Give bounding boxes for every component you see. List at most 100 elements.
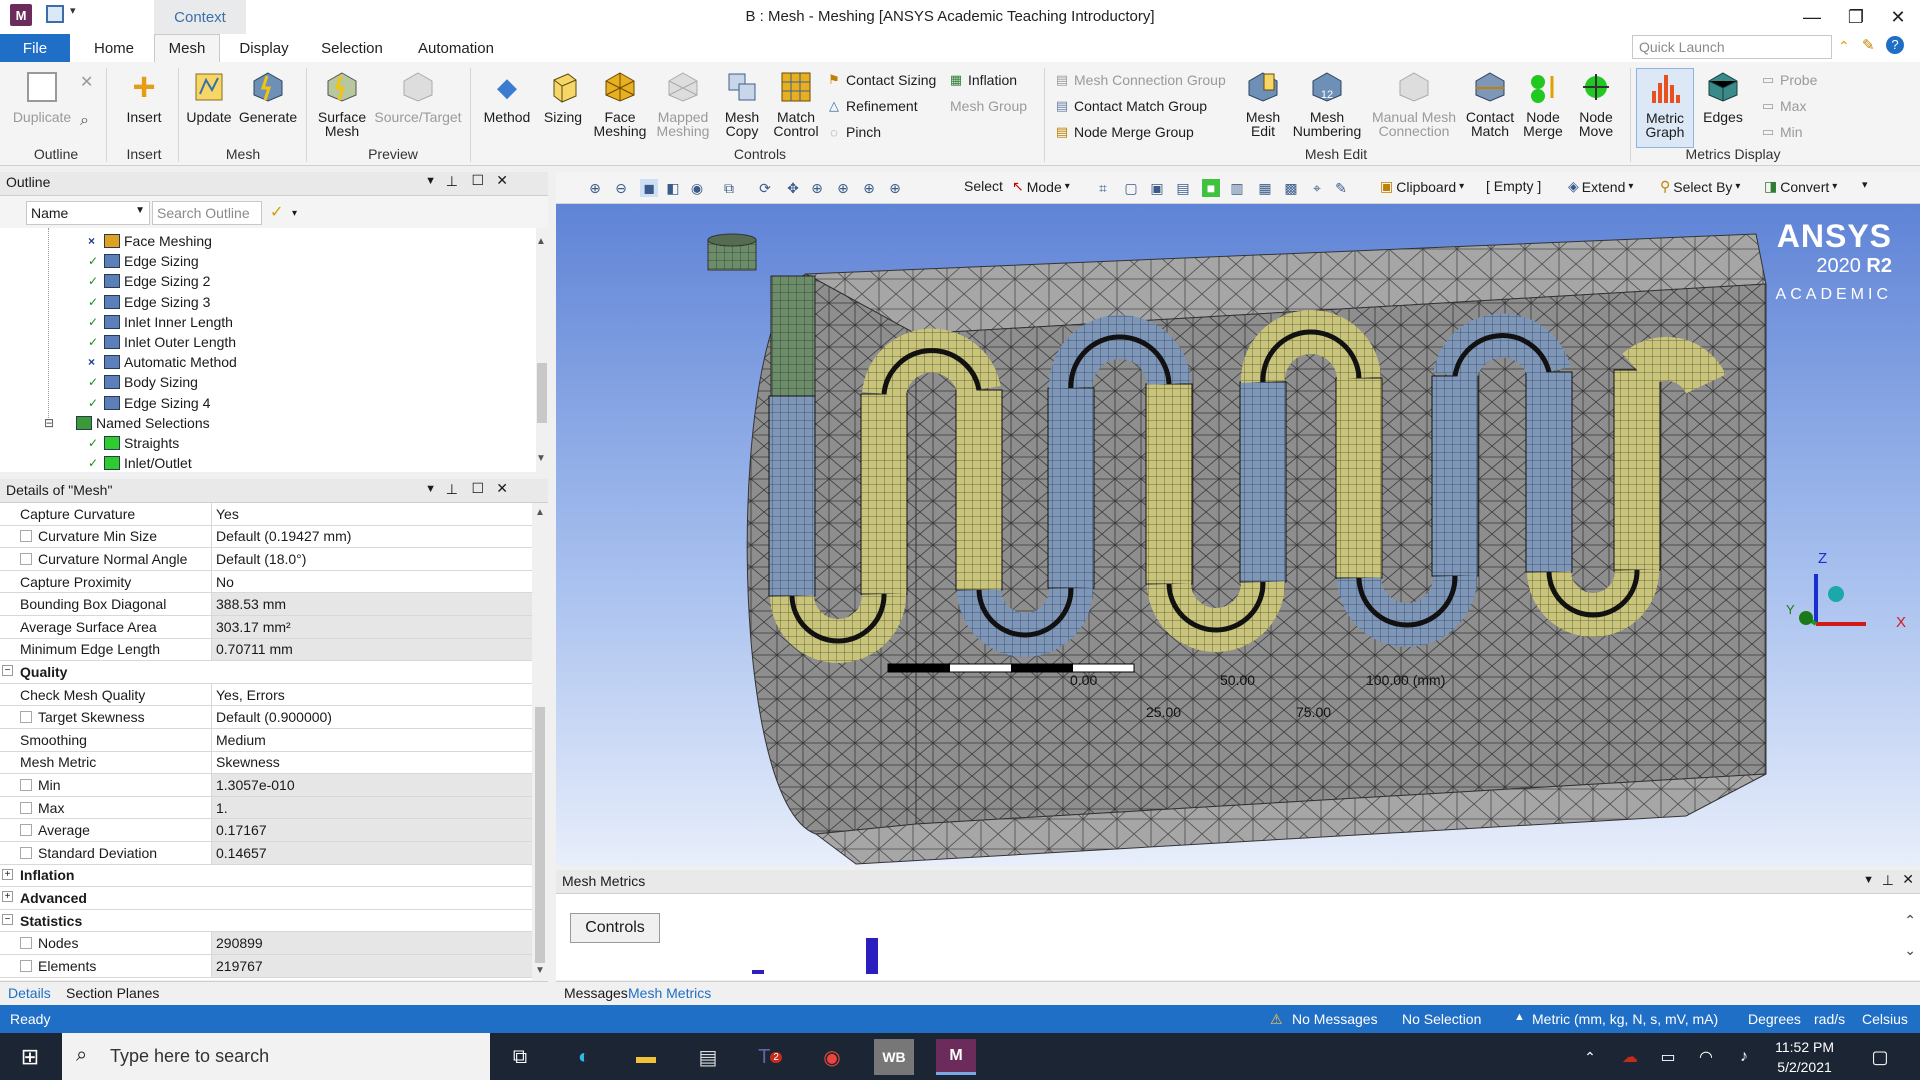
tree-item[interactable]: ✓ Edge Sizing 4 [88, 393, 210, 413]
details-row[interactable]: Curvature Min Size Default (0.19427 mm) [0, 525, 532, 549]
expand-icon[interactable]: + [2, 868, 13, 880]
node-merge-button[interactable]: Node Merge [1518, 68, 1568, 138]
status-angle[interactable]: Degrees [1748, 1011, 1801, 1027]
clipboard-dropdown[interactable]: ▣ Clipboard ▾ [1380, 178, 1464, 195]
tab-selection[interactable]: Selection [312, 34, 392, 62]
collapse-icon[interactable]: − [2, 913, 13, 925]
update-button[interactable]: Update [182, 68, 236, 124]
quick-access-dropdown-icon[interactable]: ▾ [70, 4, 76, 17]
refinement-button[interactable]: △ Refinement [826, 98, 918, 114]
zoom-icon[interactable]: ⊕ [808, 179, 826, 197]
section-icon[interactable]: ⧉ [720, 179, 738, 197]
windows-start-icon[interactable]: ⊞ [10, 1039, 50, 1075]
details-value[interactable]: Medium [212, 729, 532, 751]
wifi-icon[interactable]: ◠ [1686, 1039, 1726, 1075]
tab-details[interactable]: Details [8, 985, 51, 1001]
sizing-button[interactable]: Sizing [538, 68, 588, 124]
close-panel-icon[interactable]: ✕ [496, 172, 508, 189]
generate-button[interactable]: Generate [236, 68, 300, 124]
select-vertex-icon[interactable]: ⌗ [1094, 179, 1112, 197]
notifications-icon[interactable]: ▢ [1860, 1039, 1900, 1075]
notes-icon[interactable]: ✎ [1862, 36, 1875, 54]
parameter-checkbox[interactable] [20, 778, 32, 791]
select-button[interactable]: Select [964, 178, 1003, 194]
find-icon[interactable]: ⌕ [80, 112, 89, 130]
panel-dropdown-icon[interactable]: ▼ [425, 175, 436, 187]
details-value[interactable]: Default (18.0°) [212, 548, 532, 570]
pan-icon[interactable]: ✥ [784, 179, 802, 197]
tab-file[interactable]: File [0, 34, 70, 62]
details-section[interactable]: − Quality [0, 661, 532, 684]
details-row[interactable]: Standard Deviation 0.14657 [0, 842, 532, 865]
tree-item[interactable]: ✓ Body Sizing [88, 372, 198, 392]
parameter-checkbox[interactable] [20, 937, 32, 950]
delete-icon[interactable]: ✕ [80, 72, 93, 92]
rotate-icon[interactable]: ⟳ [756, 179, 774, 197]
chrome-icon[interactable]: ◉ [812, 1039, 852, 1075]
mesh-model[interactable] [556, 204, 1920, 866]
tab-display[interactable]: Display [230, 34, 298, 62]
details-scroll-up-icon[interactable]: ▲ [535, 507, 545, 518]
inflation-button[interactable]: ▦ Inflation [948, 72, 1017, 88]
zoom-in-icon[interactable]: ⊕ [586, 179, 604, 197]
battery-icon[interactable]: ▭ [1648, 1039, 1688, 1075]
parameter-checkbox[interactable] [20, 824, 32, 837]
tree-item[interactable]: ✓ Inlet/Outlet [88, 453, 192, 472]
mesh-numbering-button[interactable]: 12 Mesh Numbering [1288, 68, 1366, 138]
search-outline-input[interactable]: Search Outline [152, 201, 262, 225]
tree-item[interactable]: × Face Meshing [88, 231, 212, 251]
node-move-button[interactable]: Node Move [1570, 68, 1622, 138]
details-scroll-down-icon[interactable]: ▼ [535, 965, 545, 976]
details-row[interactable]: Elements 219767 [0, 955, 532, 978]
help-icon[interactable]: ? [1886, 36, 1904, 54]
tray-chevron-icon[interactable]: ⌃ [1570, 1039, 1610, 1075]
mesh-metrics-close-icon[interactable]: ✕ [1902, 871, 1914, 888]
parameter-checkbox[interactable] [20, 552, 32, 565]
scroll-down-icon[interactable]: ▼ [536, 453, 546, 464]
details-row[interactable]: Nodes 290899 [0, 932, 532, 955]
filter-dropdown-icon[interactable]: ▾ [292, 208, 297, 219]
tab-section-planes[interactable]: Section Planes [66, 985, 159, 1001]
face-meshing-button[interactable]: Face Meshing [590, 68, 650, 138]
manual-mesh-connection-button[interactable]: Manual Mesh Connection [1368, 68, 1460, 138]
meshing-app-icon[interactable]: M [936, 1039, 976, 1075]
details-scrollbar[interactable]: ▲ ▼ [532, 503, 548, 980]
details-row[interactable]: Curvature Normal Angle Default (18.0°) [0, 548, 532, 571]
graphics-viewport[interactable]: 0.00 50.00 100.00 (mm) 25.00 75.00 Z X Y… [556, 204, 1920, 866]
details-section[interactable]: + Inflation [0, 864, 532, 888]
details-section[interactable]: + Advanced [0, 887, 532, 910]
details-value[interactable]: Default (0.900000) [212, 706, 532, 728]
metric-graph-button[interactable]: Metric Graph [1636, 68, 1694, 148]
status-temp[interactable]: Celsius [1862, 1011, 1908, 1027]
tree-item[interactable]: ⊟ Named Selections [44, 413, 210, 433]
zoom-out-icon[interactable]: ⊖ [612, 179, 630, 197]
pin-icon[interactable]: ⊥ [446, 173, 458, 190]
details-scroll-thumb[interactable] [535, 707, 545, 963]
tray-onedrive-icon[interactable]: ☁ [1610, 1039, 1650, 1075]
collapse-icon[interactable]: ⊟ [44, 416, 54, 430]
graph-scroll-down-icon[interactable]: ⌄ [1904, 942, 1916, 959]
status-messages[interactable]: No Messages [1292, 1011, 1378, 1027]
save-icon[interactable] [46, 5, 64, 23]
details-row[interactable]: Bounding Box Diagonal 388.53 mm [0, 593, 532, 616]
details-row[interactable]: Min 1.3057e-010 [0, 774, 532, 797]
source-target-button[interactable]: Source/Target [372, 68, 464, 124]
tab-mesh-metrics[interactable]: Mesh Metrics [628, 985, 711, 1001]
tab-home[interactable]: Home [84, 34, 144, 62]
status-units[interactable]: Metric (mm, kg, N, s, mV, mA) [1532, 1011, 1718, 1027]
shaded-icon[interactable]: ◼ [640, 179, 658, 197]
select-face-icon[interactable]: ▣ [1148, 179, 1166, 197]
annotation-icon[interactable]: ✎ [1332, 179, 1350, 197]
details-value[interactable]: Yes, Errors [212, 684, 532, 706]
quick-launch-input[interactable]: Quick Launch [1632, 35, 1832, 59]
contact-sizing-button[interactable]: ⚑ Contact Sizing [826, 72, 936, 88]
details-row[interactable]: Target Skewness Default (0.900000) [0, 706, 532, 729]
method-button[interactable]: ◆ Method [478, 68, 536, 124]
duplicate-button[interactable]: Duplicate [6, 68, 78, 124]
select-body-icon[interactable]: ▤ [1174, 179, 1192, 197]
select-element-face-icon[interactable]: ▥ [1228, 179, 1246, 197]
toolbar-overflow-icon[interactable]: ▾ [1862, 178, 1868, 191]
scroll-thumb[interactable] [537, 363, 547, 423]
store-icon[interactable]: ▤ [688, 1039, 728, 1075]
details-row[interactable]: Capture Curvature Yes [0, 503, 532, 526]
